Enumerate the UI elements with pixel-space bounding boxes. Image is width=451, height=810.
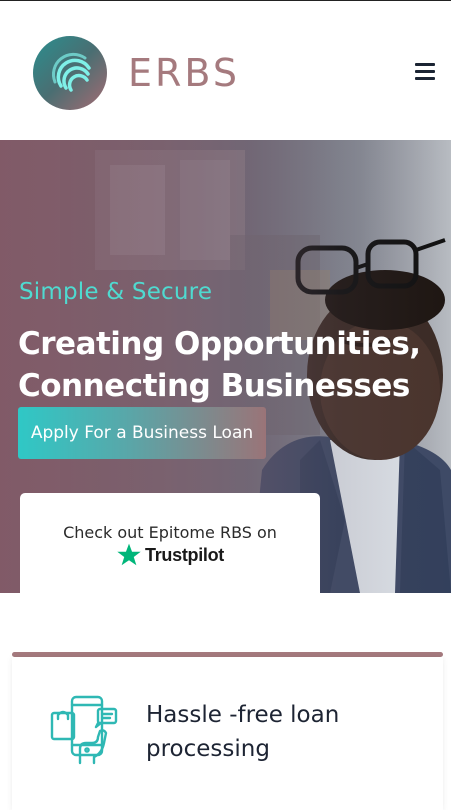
feature-title: Hassle -free loan processing	[146, 702, 340, 762]
logo-wordmark[interactable]: ERBS	[128, 51, 240, 95]
hero-eyebrow: Simple & Secure	[19, 279, 213, 305]
trustpilot-star-icon	[117, 543, 141, 566]
apply-loan-button[interactable]: Apply For a Business Loan	[18, 407, 266, 459]
hero-title-line-1: Creating Opportunities,	[18, 326, 421, 362]
hero-title-line-2: Connecting Businesses	[18, 368, 410, 404]
site-header: ERBS	[0, 1, 451, 140]
erbs-logo-icon[interactable]	[33, 36, 107, 110]
trustpilot-text: Check out Epitome RBS on	[63, 523, 277, 542]
hero-title: Creating Opportunities, Connecting Busin…	[18, 323, 438, 407]
trustpilot-brand: Trustpilot	[145, 544, 224, 565]
hamburger-menu-icon[interactable]	[413, 61, 437, 83]
mobile-shopping-icon	[50, 695, 118, 765]
trustpilot-logo[interactable]: Trustpilot	[116, 541, 224, 569]
trustpilot-widget[interactable]: Check out Epitome RBS on Trustpilot	[20, 493, 320, 593]
hero-section: Simple & Secure Creating Opportunities, …	[0, 140, 451, 593]
